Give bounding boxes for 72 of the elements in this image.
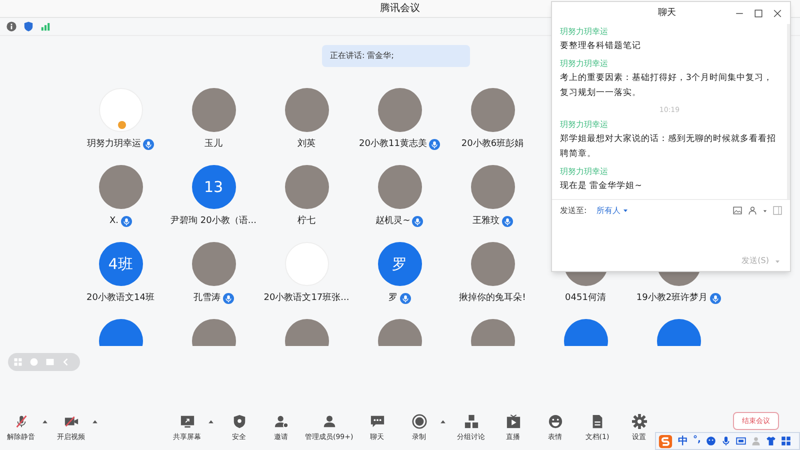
caret-down-icon[interactable] bbox=[763, 208, 767, 212]
participant-name: 罗 bbox=[388, 292, 398, 305]
recipient-dropdown[interactable]: 所有人 bbox=[596, 204, 628, 216]
avatar-photo bbox=[378, 88, 422, 132]
chat-bubble-icon bbox=[370, 414, 385, 429]
settings-icon bbox=[632, 414, 647, 429]
send-to-label: 发送至: bbox=[560, 204, 587, 216]
avatar-photo bbox=[284, 165, 328, 209]
avatar-photo bbox=[470, 242, 514, 286]
avatar-photo bbox=[470, 165, 514, 209]
shield-icon[interactable] bbox=[23, 21, 34, 32]
shield-icon bbox=[232, 414, 246, 429]
avatar-photo bbox=[378, 165, 422, 209]
input-mode-toggle[interactable]: 中 bbox=[678, 434, 688, 448]
participant-name: 揪掉你的兔耳朵! bbox=[459, 292, 526, 305]
video-off-icon bbox=[64, 414, 78, 429]
sender-name: 玥努力玥幸运 bbox=[560, 166, 609, 178]
participant-name: 玥努力玥幸运 bbox=[87, 138, 141, 151]
blocks-icon bbox=[464, 414, 479, 429]
participant-name: 王雅玟 bbox=[472, 215, 500, 228]
participant-name: 尹碧珣 20小教（语... bbox=[170, 215, 256, 228]
chat-message: 郑学姐最想对大家说的话：感到无聊的时候就多看看招聘简章。 bbox=[560, 132, 777, 161]
play-screen-icon bbox=[506, 414, 521, 429]
punctuation-toggle[interactable]: °, bbox=[693, 434, 701, 448]
keyboard-icon[interactable] bbox=[736, 436, 746, 446]
participant-name: 20小教语文17班张... bbox=[264, 292, 350, 305]
screen-share-icon bbox=[180, 414, 194, 429]
participant-name: 刘英 bbox=[298, 138, 316, 151]
grid-icon[interactable] bbox=[780, 436, 791, 446]
close-icon[interactable] bbox=[773, 8, 782, 18]
avatar-photo bbox=[284, 88, 328, 132]
participant-name: 20小教11黄志美 bbox=[359, 138, 427, 151]
chat-title: 聊天 bbox=[658, 7, 676, 20]
avatar-photo bbox=[98, 165, 142, 209]
microphone-icon[interactable] bbox=[720, 436, 731, 446]
caret-up-icon[interactable] bbox=[208, 419, 214, 425]
image-icon[interactable] bbox=[733, 206, 742, 215]
participant-name: 赵机灵~ bbox=[376, 215, 410, 228]
person-icon bbox=[322, 414, 337, 429]
add-person-icon bbox=[274, 414, 288, 429]
participant-name: 19小教2班许梦月 bbox=[636, 292, 708, 305]
caret-up-icon[interactable] bbox=[92, 419, 98, 425]
sender-name: 玥努力玥幸运 bbox=[560, 58, 609, 70]
caret-down-icon bbox=[622, 208, 628, 213]
record-icon bbox=[412, 414, 427, 429]
sender-name: 玥努力玥幸运 bbox=[560, 119, 609, 131]
avatar-photo bbox=[470, 88, 514, 132]
avatar-photo bbox=[192, 88, 236, 132]
chat-message: 考上的重要因素：基础打得好，3个月时间集中复习，复习规划一一落实。 bbox=[560, 72, 774, 100]
avatar-photo bbox=[192, 242, 236, 286]
participant-name: 孔雪涛 bbox=[194, 292, 220, 305]
sender-name: 玥努力玥幸运 bbox=[560, 26, 609, 38]
muted-mic-icon bbox=[14, 414, 28, 429]
participant-name: 玉儿 bbox=[204, 138, 222, 151]
participant-name: 柠七 bbox=[298, 215, 316, 228]
window-title: 腾讯会议 bbox=[380, 2, 420, 16]
info-icon[interactable] bbox=[6, 21, 17, 32]
participant-name: 20小教语文14班 bbox=[86, 292, 154, 305]
participant-name: 20小教6班彭娟 bbox=[461, 138, 524, 151]
participant-name: 0451何清 bbox=[565, 292, 606, 305]
smiley-icon[interactable] bbox=[706, 436, 716, 446]
person-icon[interactable] bbox=[748, 206, 757, 215]
caret-up-icon[interactable] bbox=[42, 419, 48, 425]
s-logo-icon[interactable] bbox=[658, 434, 673, 448]
caret-up-icon[interactable] bbox=[440, 419, 446, 425]
chat-message: 要整理各科错题笔记 bbox=[560, 40, 642, 53]
smiley-icon bbox=[548, 414, 563, 429]
participant-name: X. bbox=[109, 215, 119, 228]
chat-message: 现在是 雷金华学姐~ bbox=[560, 180, 643, 193]
speaking-banner: 正在讲话: 雷金华; bbox=[322, 45, 470, 67]
maximize-icon[interactable] bbox=[754, 8, 763, 18]
shirt-icon[interactable] bbox=[766, 436, 776, 446]
